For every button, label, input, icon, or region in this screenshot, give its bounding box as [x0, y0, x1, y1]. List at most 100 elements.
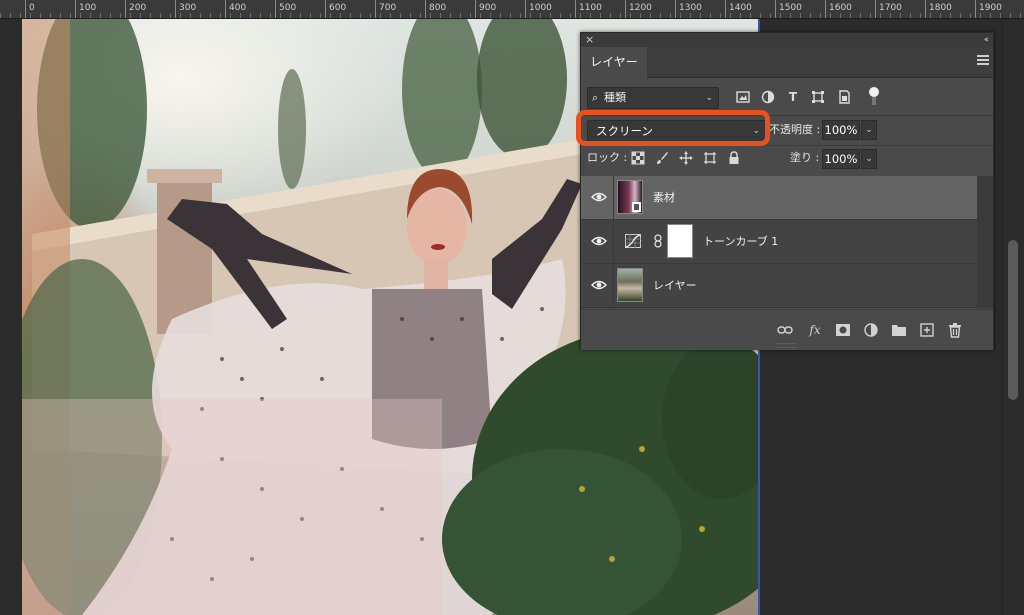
canvas-pasteboard	[0, 19, 22, 615]
curves-adjustment-icon	[625, 234, 641, 248]
ruler-mark-label: 1000	[529, 3, 552, 13]
close-icon[interactable]: ×	[585, 33, 594, 47]
new-layer-icon[interactable]	[919, 322, 935, 338]
ruler-mark: 800	[425, 0, 446, 18]
ruler-mark: 1700	[875, 0, 902, 18]
ruler-mark: 1500	[775, 0, 802, 18]
lock-paint-brush-icon[interactable]	[655, 151, 669, 165]
lock-all-icon[interactable]	[727, 151, 741, 165]
ruler-mark-label: 400	[229, 3, 247, 13]
layer-divider	[613, 220, 614, 263]
ruler-mark-label: 1200	[629, 3, 652, 13]
ruler-mark-label: 500	[279, 3, 297, 13]
layer-name: 素材	[653, 191, 675, 204]
filter-type-label: 種類	[604, 91, 626, 104]
panel-title-bar[interactable]: × ‹‹	[581, 33, 993, 47]
layers-panel: × ‹‹ レイヤー ⌕ 種類 ⌄ T スクリーン ⌄ 不透明度: 100% ⌄…	[580, 32, 994, 350]
ruler-mark-label: 600	[329, 3, 347, 13]
filter-adjustment-icon[interactable]	[761, 90, 775, 104]
fill-label: 塗り :	[790, 151, 820, 164]
ruler-mark: 1900	[975, 0, 1002, 18]
layer-row-curves[interactable]: トーンカーブ 1	[581, 220, 977, 264]
ruler-mark-label: 200	[129, 3, 147, 13]
filter-toggle-switch[interactable]	[869, 87, 879, 107]
ruler-mark-label: 0	[29, 3, 35, 13]
new-adjustment-layer-icon[interactable]	[863, 322, 879, 338]
filter-smart-object-icon[interactable]	[837, 90, 851, 104]
ruler-mark: 400	[225, 0, 246, 18]
blend-mode-highlight-frame	[576, 110, 770, 146]
new-group-folder-icon[interactable]	[891, 322, 907, 338]
ruler-mark: 700	[375, 0, 396, 18]
ruler-mark: 900	[475, 0, 496, 18]
layer-name: トーンカーブ 1	[703, 235, 779, 248]
layer-name: レイヤー	[653, 279, 697, 292]
scrollbar-thumb[interactable]	[1008, 240, 1018, 400]
ruler-mark: 1800	[925, 0, 952, 18]
ruler-mark: 1300	[675, 0, 702, 18]
fill-dropdown-chevron[interactable]: ⌄	[861, 149, 877, 169]
ruler-mark: 1000	[525, 0, 552, 18]
filter-shape-icon[interactable]	[811, 90, 825, 104]
fill-input[interactable]: 100%	[822, 149, 860, 169]
ruler-mark-label: 100	[79, 3, 97, 13]
ruler-mark-label: 700	[379, 3, 397, 13]
panel-tab-bar: レイヤー	[581, 47, 993, 78]
layer-row-base[interactable]: レイヤー	[581, 264, 977, 308]
ruler-mark: 200	[125, 0, 146, 18]
ruler-mark: 1200	[625, 0, 652, 18]
ruler-mark-label: 1600	[829, 3, 852, 13]
panel-menu-icon[interactable]	[977, 55, 989, 67]
layer-row-material[interactable]: 素材	[581, 176, 977, 220]
search-icon: ⌕	[592, 91, 599, 104]
visibility-eye-icon[interactable]	[591, 278, 607, 292]
ruler-mark-label: 1100	[579, 3, 602, 13]
ruler-mark-label: 1400	[729, 3, 752, 13]
visibility-eye-icon[interactable]	[591, 190, 607, 204]
opacity-label: 不透明度 :	[769, 123, 821, 136]
ruler-mark: 500	[275, 0, 296, 18]
layer-divider	[613, 176, 614, 219]
chain-link-icon[interactable]	[653, 234, 663, 248]
layer-thumbnail	[617, 268, 643, 302]
layer-thumbnail	[617, 180, 643, 214]
filter-type-icon[interactable]: T	[786, 90, 800, 104]
link-layers-icon[interactable]	[777, 322, 793, 338]
filter-type-select[interactable]: ⌕ 種類 ⌄	[587, 87, 719, 109]
lock-position-move-icon[interactable]	[679, 151, 693, 165]
trash-delete-icon[interactable]	[947, 322, 963, 338]
ruler-mark-label: 1500	[779, 3, 802, 13]
visibility-eye-icon[interactable]	[591, 234, 607, 248]
ruler-mark: 1600	[825, 0, 852, 18]
ruler-mark-label: 1800	[929, 3, 952, 13]
chevron-down-icon: ⌄	[705, 93, 713, 103]
ruler-mark-label: 1300	[679, 3, 702, 13]
tab-layers[interactable]: レイヤー	[581, 47, 647, 78]
panel-resize-grip[interactable]	[777, 343, 797, 348]
collapse-icon[interactable]: ‹‹	[984, 33, 989, 47]
ruler-mark-label: 300	[179, 3, 197, 13]
lock-label: ロック :	[587, 151, 628, 164]
lock-transparent-icon[interactable]	[631, 151, 645, 165]
fx-layer-style-icon[interactable]: fx	[807, 322, 823, 338]
lock-artboard-icon[interactable]	[703, 151, 717, 165]
layer-filter-row: ⌕ 種類 ⌄ T	[581, 83, 993, 111]
lock-fill-row: ロック : 塗り : 100% ⌄	[581, 145, 993, 174]
opacity-dropdown-chevron[interactable]: ⌄	[861, 120, 877, 140]
ruler-mark: 600	[325, 0, 346, 18]
ruler-mark-label: 1700	[879, 3, 902, 13]
ruler-mark: 300	[175, 0, 196, 18]
layer-mask-thumbnail[interactable]	[667, 224, 693, 258]
add-mask-icon[interactable]	[835, 322, 851, 338]
layer-divider	[613, 264, 614, 307]
layers-panel-footer: fx	[581, 309, 993, 350]
ruler-mark-label: 1900	[979, 3, 1002, 13]
ruler-mark: 1400	[725, 0, 752, 18]
ruler-mark-label: 800	[429, 3, 447, 13]
layers-scrollbar[interactable]	[977, 176, 993, 308]
opacity-input[interactable]: 100%	[822, 120, 860, 140]
ruler-mark: 1100	[575, 0, 602, 18]
horizontal-ruler: 0 100 200 300 400 500 600 700 800 900 10…	[0, 0, 1024, 19]
layers-list: 素材 トーンカーブ 1 レイヤー	[581, 176, 993, 308]
filter-pixel-icon[interactable]	[736, 90, 750, 104]
